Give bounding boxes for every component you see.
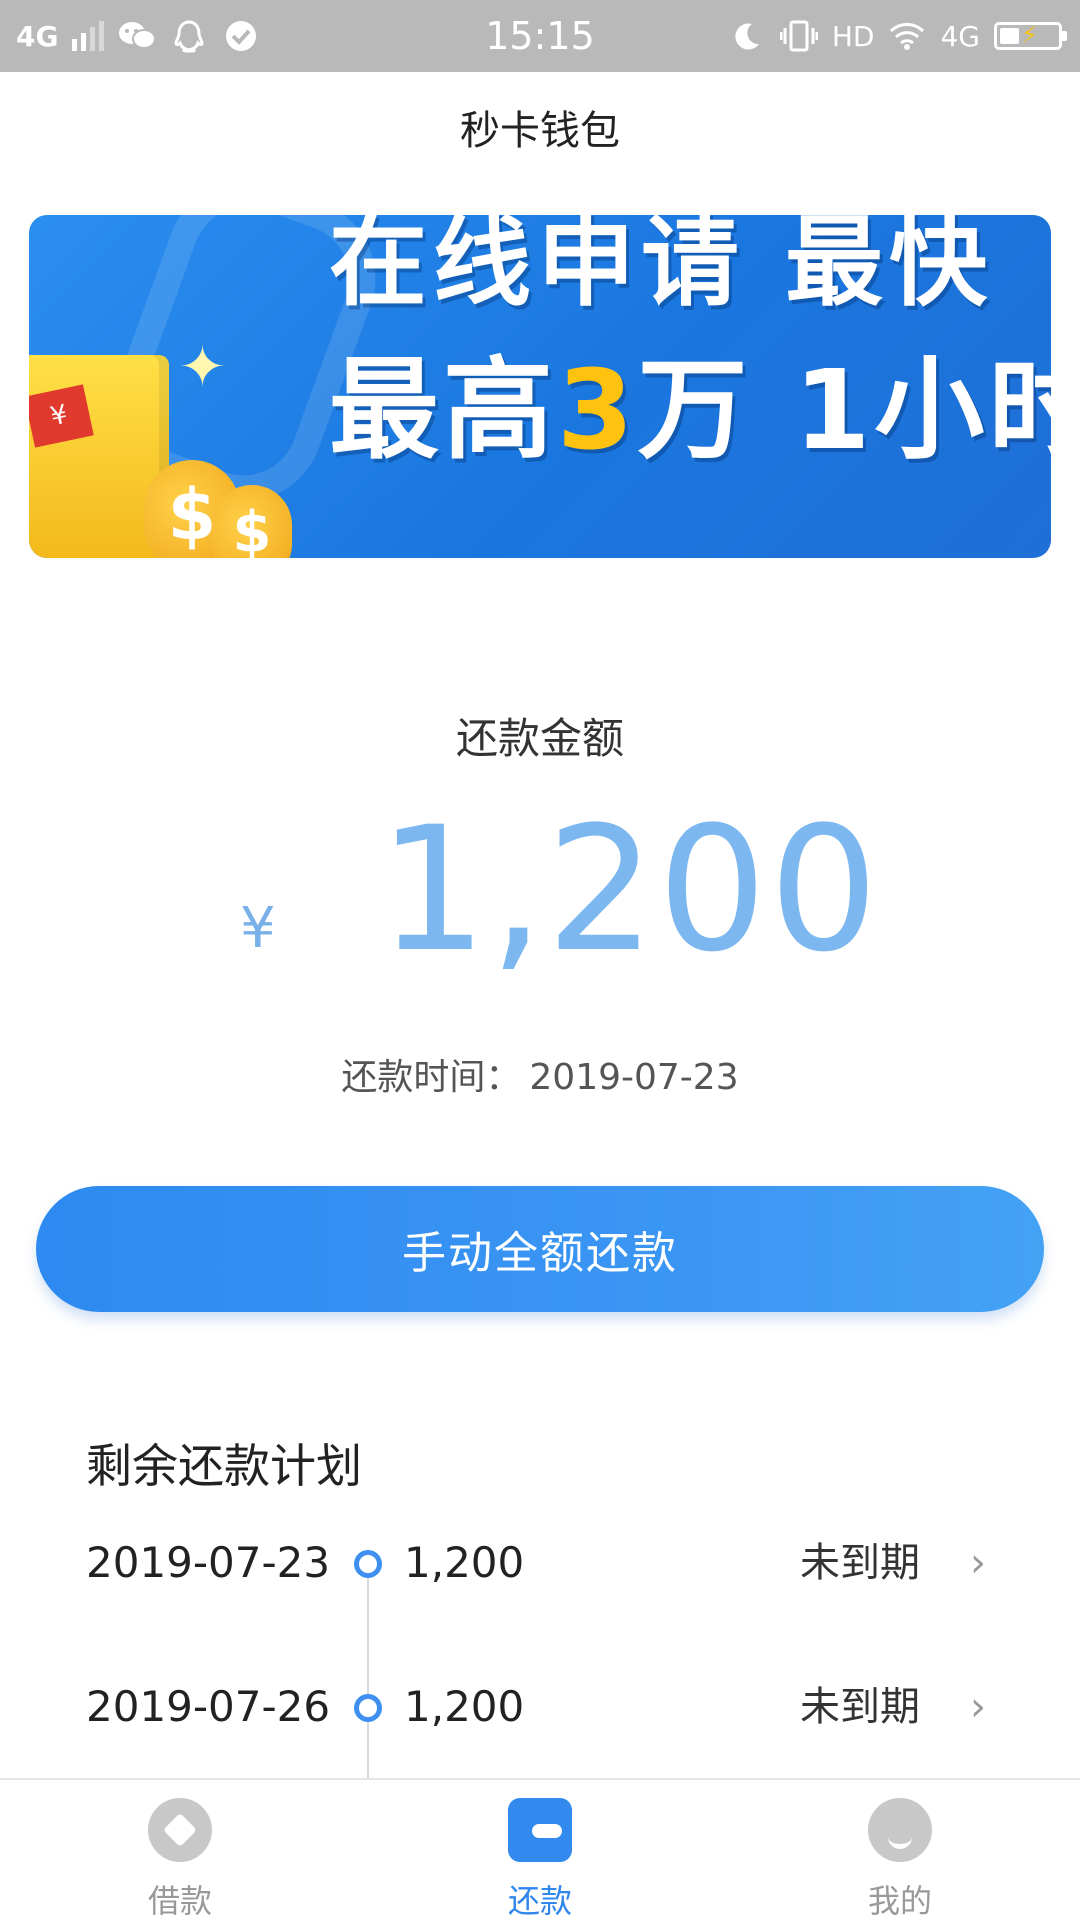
banner-line2: 最高3万 1小时 [329,320,1051,480]
chevron-right-icon[interactable]: › [970,1677,986,1737]
repayment-amount: ¥ 1,200 [0,800,1080,980]
currency-symbol: ¥ [240,896,276,961]
banner-line2-pre: 最高 [329,346,557,474]
promo-banner[interactable]: 在线申请 最快 最高3万 1小时 ✦ ¥ $ $ [29,215,1051,558]
plan-date: 2019-07-26 [86,1682,331,1731]
due-date-label: 还款时间： [341,1057,522,1098]
banner-line2-post: 万 1小时 [637,346,1051,474]
battery-icon: ⚡ [994,21,1067,50]
status-bar: 4G 15:15 HD 4G ⚡ [0,0,1080,72]
amount-value: 1,200 [378,789,881,990]
nav-item-repay[interactable]: 还款 [440,1780,640,1922]
plan-row[interactable]: 2019-07-23 1,200 未到期 › [0,1533,1080,1593]
bottom-nav: 借款 还款 我的 [0,1778,1080,1922]
borrow-icon [148,1798,212,1862]
repayment-amount-label: 还款金额 [455,714,624,763]
moon-icon [728,19,766,53]
network-type-right: 4G [940,19,980,53]
plan-title: 剩余还款计划 [86,1439,362,1493]
page-title: 秒卡钱包 [460,108,620,154]
wifi-icon [888,19,926,53]
banner-line1: 在线申请 最快 [329,215,994,320]
money-bag-icon: $ [212,485,292,558]
plan-amount: 1,200 [404,1538,525,1587]
plan-status: 未到期 [800,1540,920,1586]
hd-label: HD [831,19,875,53]
nav-label: 借款 [147,1882,212,1920]
plan-date: 2019-07-23 [86,1538,331,1587]
banner-highlight: 3 [557,346,638,474]
timeline-dot-icon [354,1550,382,1578]
vibrate-icon [779,19,818,53]
sparkle-icon: ✦ [179,335,226,400]
plan-row[interactable]: 2019-07-26 1,200 未到期 › [0,1677,1080,1737]
profile-icon [868,1798,932,1862]
nav-label: 还款 [507,1882,572,1920]
nav-item-mine[interactable]: 我的 [800,1780,1000,1922]
plan-amount: 1,200 [404,1682,525,1731]
chevron-right-icon[interactable]: › [970,1533,986,1593]
due-date-line: 还款时间： 2019-07-23 [0,1048,1080,1100]
full-repayment-button[interactable]: 手动全额还款 [36,1186,1044,1312]
nav-label: 我的 [867,1882,932,1920]
plan-status: 未到期 [800,1684,920,1730]
due-date-value: 2019-07-23 [529,1057,739,1098]
timeline-line [367,1563,369,1778]
nav-item-borrow[interactable]: 借款 [80,1780,280,1922]
wallet-icon [508,1798,572,1862]
status-right: HD 4G ⚡ [728,0,1067,72]
timeline-dot-icon [354,1694,382,1722]
